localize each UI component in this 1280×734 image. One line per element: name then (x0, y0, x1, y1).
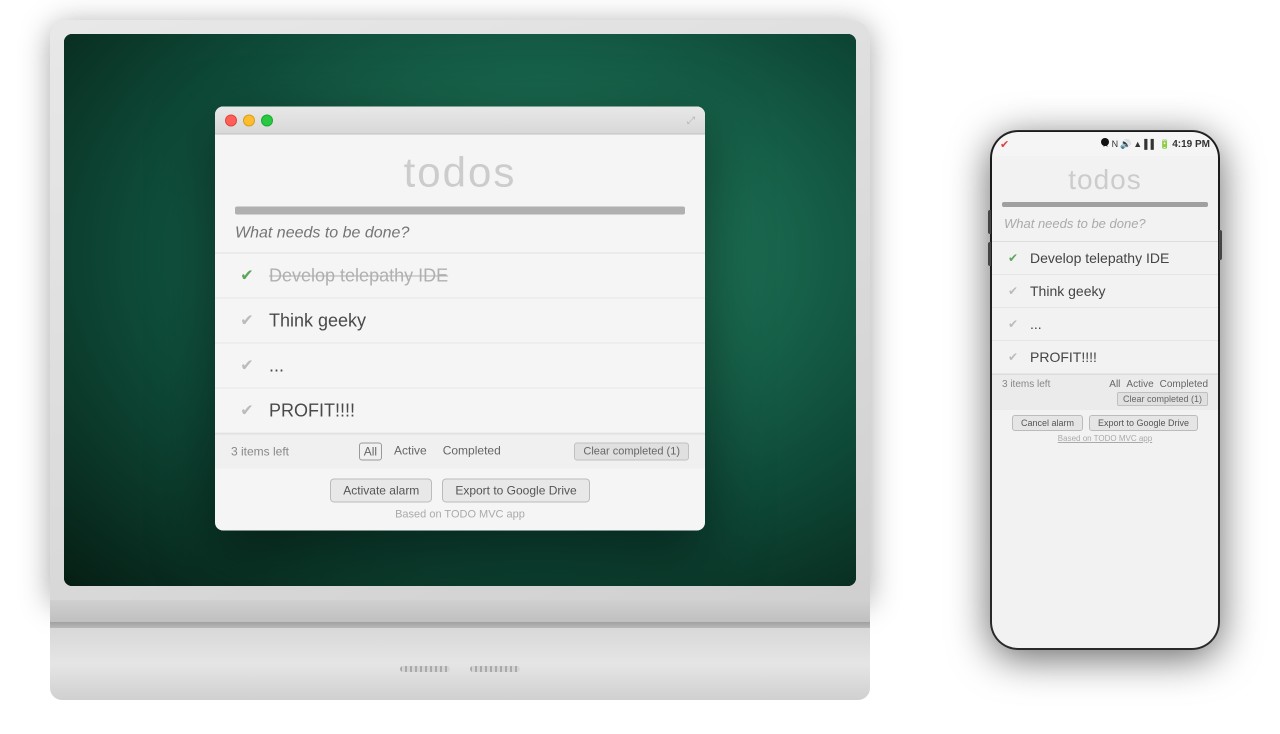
mac-app-title: todos (215, 134, 705, 206)
todo-text: Develop telepathy IDE (269, 265, 448, 286)
phone-based-on: Based on TODO MVC app (992, 434, 1218, 447)
scene: ⤢ todos ✔ Develop telepa (0, 0, 1280, 734)
todo-check-icon[interactable]: ✔ (235, 353, 259, 377)
laptop: ⤢ todos ✔ Develop telepa (50, 20, 870, 700)
phone-screen-area: ✔ ★ N 🔊 ▲ ▌▌ 🔋 4:19 PM todos (992, 132, 1218, 648)
phone-todo-check-icon[interactable]: ✔ (1004, 315, 1022, 333)
phone-action-row: Cancel alarm Export to Google Drive (992, 410, 1218, 434)
phone-clear-completed-btn[interactable]: Clear completed (1) (1117, 392, 1208, 406)
phone-body: ✔ ★ N 🔊 ▲ ▌▌ 🔋 4:19 PM todos (990, 130, 1220, 650)
phone-time: 4:19 PM (1172, 139, 1210, 150)
laptop-base (50, 600, 870, 700)
phone-cancel-alarm-btn[interactable]: Cancel alarm (1012, 415, 1083, 431)
mac-close-btn[interactable] (225, 114, 237, 126)
phone-todo-text: PROFIT!!!! (1030, 349, 1097, 365)
filter-completed-btn[interactable]: Completed (439, 442, 505, 460)
phone-todo-check-icon[interactable]: ✔ (1004, 348, 1022, 366)
filter-active-btn[interactable]: Active (390, 442, 431, 460)
export-btn[interactable]: Export to Google Drive (442, 478, 589, 502)
phone-footer-top: 3 items left All Active Completed (1002, 379, 1208, 390)
phone-status-right: ★ N 🔊 ▲ ▌▌ 🔋 4:19 PM (1102, 139, 1211, 150)
laptop-screen-bezel: ⤢ todos ✔ Develop telepa (64, 34, 856, 586)
todo-check-icon[interactable]: ✔ (235, 263, 259, 287)
phone-todo-check-icon[interactable]: ✔ (1004, 249, 1022, 267)
laptop-base-top (50, 600, 870, 622)
phone-wifi-icon: ▌▌ (1144, 139, 1157, 149)
phone-export-btn[interactable]: Export to Google Drive (1089, 415, 1198, 431)
phone-filter-active[interactable]: Active (1126, 379, 1153, 390)
phone-todo-check-icon[interactable]: ✔ (1004, 282, 1022, 300)
mac-new-todo-input[interactable] (235, 224, 685, 242)
items-left-label: 3 items left (231, 444, 289, 458)
todo-text: PROFIT!!!! (269, 400, 355, 421)
phone: ✔ ★ N 🔊 ▲ ▌▌ 🔋 4:19 PM todos (990, 130, 1220, 650)
todo-text: Think geeky (269, 310, 366, 331)
mac-window: ⤢ todos ✔ Develop telepa (215, 106, 705, 530)
list-item: ✔ ... (992, 308, 1218, 341)
phone-content: todos What needs to be done? ✔ Develop t… (992, 156, 1218, 648)
mac-maximize-btn[interactable] (261, 114, 273, 126)
mac-input-row[interactable] (215, 214, 705, 253)
mac-progress-bar (235, 206, 685, 214)
mac-titlebar: ⤢ (215, 106, 705, 134)
phone-app-title: todos (992, 156, 1218, 202)
phone-camera (1101, 138, 1109, 146)
table-row: ✔ PROFIT!!!! (215, 388, 705, 433)
phone-volume-up-btn[interactable] (988, 210, 991, 234)
list-item: ✔ Think geeky (992, 275, 1218, 308)
laptop-body: ⤢ todos ✔ Develop telepa (50, 20, 870, 600)
phone-battery-icon: 🔋 (1159, 139, 1170, 150)
phone-todo-text: Develop telepathy IDE (1030, 250, 1169, 266)
phone-power-btn[interactable] (1219, 230, 1222, 260)
phone-signal-icon: ▲ (1133, 139, 1142, 149)
table-row: ✔ Think geeky (215, 298, 705, 343)
phone-todo-text: ... (1030, 316, 1042, 332)
laptop-speaker-right (470, 666, 520, 672)
filter-all-btn[interactable]: All (359, 442, 382, 460)
list-item: ✔ PROFIT!!!! (992, 341, 1218, 374)
phone-footer-filters: All Active Completed (1109, 379, 1208, 390)
mac-footer-filters: All Active Completed (359, 442, 505, 460)
todo-text: ... (269, 355, 284, 376)
laptop-screen-bg: ⤢ todos ✔ Develop telepa (64, 34, 856, 586)
activate-alarm-btn[interactable]: Activate alarm (330, 478, 432, 502)
todo-check-icon[interactable]: ✔ (235, 308, 259, 332)
mac-based-on: Based on TODO MVC app (215, 508, 705, 530)
mac-action-row: Activate alarm Export to Google Drive (215, 468, 705, 508)
phone-filter-all[interactable]: All (1109, 379, 1120, 390)
phone-nfc-icon: N (1112, 139, 1119, 149)
mac-expand-icon[interactable]: ⤢ (687, 115, 697, 125)
laptop-speaker-left (400, 666, 450, 672)
phone-input-row[interactable]: What needs to be done? (992, 207, 1218, 242)
phone-volume-down-btn[interactable] (988, 242, 991, 266)
phone-input-placeholder: What needs to be done? (1004, 216, 1146, 231)
phone-sound-icon: 🔊 (1120, 139, 1131, 150)
list-item: ✔ Develop telepathy IDE (992, 242, 1218, 275)
todo-check-icon[interactable]: ✔ (235, 398, 259, 422)
phone-items-left: 3 items left (1002, 379, 1050, 390)
table-row: ✔ ... (215, 343, 705, 388)
mac-minimize-btn[interactable] (243, 114, 255, 126)
phone-status-left: ✔ (1000, 138, 1009, 151)
phone-filter-completed[interactable]: Completed (1160, 379, 1208, 390)
phone-todo-text: Think geeky (1030, 283, 1105, 299)
table-row: ✔ Develop telepathy IDE (215, 253, 705, 298)
phone-footer: 3 items left All Active Completed Clear … (992, 374, 1218, 410)
clear-completed-btn[interactable]: Clear completed (1) (574, 442, 689, 460)
phone-status-check-icon: ✔ (1000, 138, 1009, 151)
laptop-base-bottom (50, 628, 870, 700)
mac-footer: 3 items left All Active Completed Clear … (215, 433, 705, 468)
